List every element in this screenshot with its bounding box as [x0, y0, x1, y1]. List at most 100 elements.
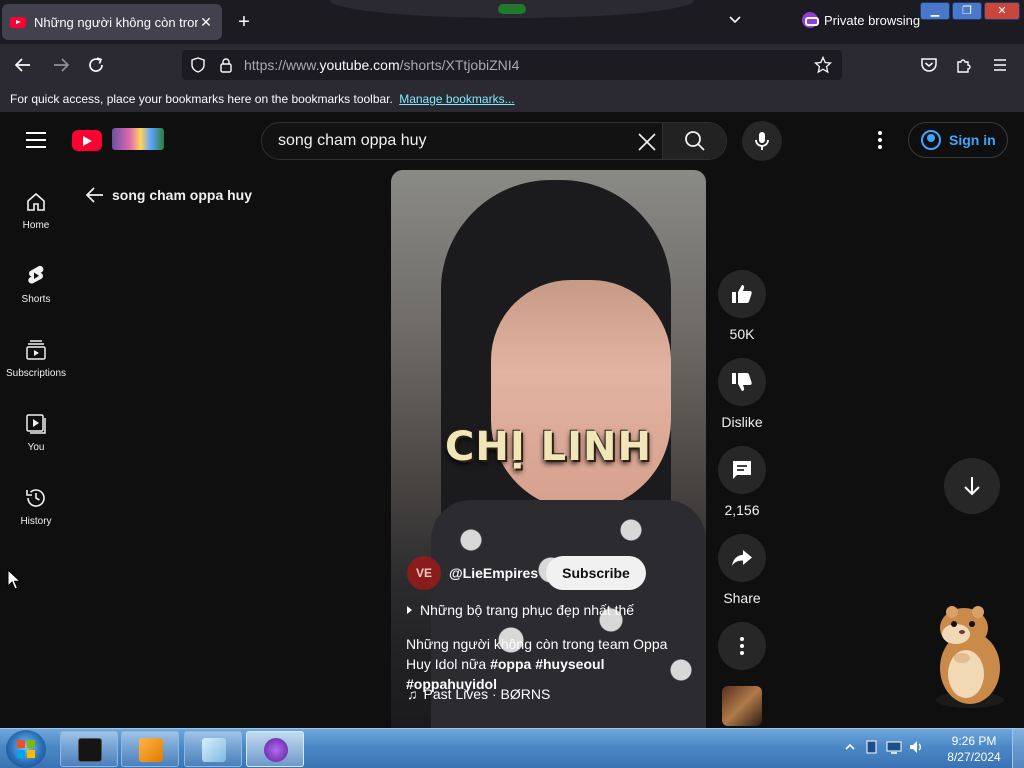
search-button[interactable]: [662, 123, 726, 159]
show-hidden-icons-icon[interactable]: [842, 739, 858, 755]
sign-in-button[interactable]: Sign in: [908, 122, 1008, 158]
start-button[interactable]: [6, 730, 46, 768]
window-notch-decoration: [330, 0, 694, 18]
screen: Những người không còn trong ✕ + Private …: [0, 0, 1024, 768]
manage-bookmarks-link[interactable]: Manage bookmarks...: [399, 92, 514, 106]
sidebar-item-label: Shorts: [21, 294, 51, 305]
private-browsing-label: Private browsing: [824, 12, 921, 28]
home-icon: [27, 192, 45, 211]
youtube-favicon-icon: [10, 16, 26, 28]
subscriptions-icon: [26, 340, 46, 360]
bookmarks-toolbar: For quick access, place your bookmarks h…: [0, 86, 1024, 112]
history-icon: [26, 489, 45, 507]
search-input[interactable]: song cham oppa huy: [278, 132, 427, 150]
like-thumb-icon[interactable]: [718, 270, 766, 318]
back-to-search-row[interactable]: song cham oppa huy: [84, 184, 252, 206]
comment-count: 2,156: [724, 502, 760, 518]
padlock-icon[interactable]: [218, 57, 234, 73]
clear-search-icon[interactable]: [634, 129, 660, 155]
sound-thumbnail[interactable]: [722, 686, 762, 726]
music-attribution[interactable]: ♫ Past Lives · BØRNS: [407, 686, 550, 702]
sidebar-item-label: Subscriptions: [5, 368, 67, 379]
sidebar-item-shorts[interactable]: Shorts: [0, 256, 72, 320]
action-center-flag-icon[interactable]: [864, 739, 880, 755]
dislike-button[interactable]: Dislike: [716, 358, 768, 430]
youtube-masthead: song cham oppa huy Sign in: [0, 112, 1024, 170]
taskbar-app-firefox-private[interactable]: [246, 731, 304, 767]
sidebar-item-history[interactable]: History: [0, 478, 72, 542]
comments-button[interactable]: 2,156: [716, 446, 768, 518]
more-actions-button[interactable]: [716, 622, 768, 678]
hamster-mascot-image: [936, 606, 1004, 708]
private-browsing-indicator: Private browsing: [802, 12, 920, 28]
comment-icon[interactable]: [718, 446, 766, 494]
video-description[interactable]: Những người không còn trong team Oppa Hu…: [406, 634, 696, 694]
shorts-icon: [28, 265, 44, 284]
volume-speaker-icon[interactable]: [908, 739, 924, 755]
subscribe-button[interactable]: Subscribe: [546, 556, 646, 590]
system-tray: [842, 739, 924, 755]
media-player-app-icon: [139, 738, 163, 762]
app-menu-hamburger-icon[interactable]: [987, 52, 1013, 78]
sidebar-item-home[interactable]: Home: [0, 182, 72, 246]
like-button[interactable]: 50K: [716, 270, 768, 342]
windows-logo-icon: [17, 740, 35, 758]
share-arrow-icon[interactable]: [718, 534, 766, 582]
tab-title: Những người không còn trong: [34, 14, 198, 30]
shorts-video-player[interactable]: CHỊ LINH VE @LieEmpires Subscribe Những …: [391, 170, 706, 728]
close-window-button[interactable]: ✕: [984, 2, 1020, 20]
voice-search-mic-icon[interactable]: [742, 121, 782, 161]
window-controls: ▁ ❐ ✕: [920, 2, 1020, 20]
sidebar-item-label: Home: [22, 220, 50, 231]
address-bar[interactable]: https://www.youtube.com/shorts/XTtjobiZN…: [182, 50, 842, 80]
youtube-logo-icon[interactable]: [72, 130, 102, 151]
list-all-tabs-chevron-icon[interactable]: [724, 10, 746, 32]
restore-button[interactable]: ❐: [952, 2, 982, 20]
account-circle-icon: [921, 130, 941, 150]
forward-button[interactable]: [48, 52, 74, 78]
reload-button[interactable]: [83, 52, 109, 78]
dislike-thumb-icon[interactable]: [718, 358, 766, 406]
more-vert-icon[interactable]: [718, 622, 766, 670]
guide-menu-icon[interactable]: [26, 132, 46, 148]
settings-more-vert-icon[interactable]: [868, 128, 892, 152]
explorer-app-icon: [202, 738, 226, 762]
back-arrow-icon[interactable]: [84, 184, 106, 206]
tracking-protection-shield-icon[interactable]: [190, 57, 206, 73]
close-tab-icon[interactable]: ✕: [198, 14, 214, 31]
minimize-button[interactable]: ▁: [920, 2, 950, 20]
show-desktop-button[interactable]: [1012, 729, 1024, 768]
taskbar-app-terminal[interactable]: [60, 731, 118, 767]
bookmark-star-icon[interactable]: [813, 55, 833, 74]
sidebar-item-subscriptions[interactable]: Subscriptions: [0, 330, 72, 394]
music-note-icon: ♫: [407, 686, 418, 702]
system-clock[interactable]: 9:26 PM 8/27/2024: [944, 733, 1004, 765]
music-title: Past Lives · BØRNS: [423, 686, 551, 702]
channel-avatar[interactable]: VE: [407, 556, 441, 590]
url-path: /shorts/XTtjobiZNI4: [399, 57, 520, 73]
url-domain: youtube.com: [319, 57, 400, 73]
playlist-link[interactable]: Những bộ trang phục đẹp nhất thế: [407, 602, 634, 618]
new-tab-button[interactable]: +: [232, 10, 256, 34]
pocket-icon[interactable]: [916, 52, 942, 78]
arrow-down-icon: [964, 477, 980, 496]
share-button[interactable]: Share: [716, 534, 768, 606]
taskbar-app-explorer[interactable]: [184, 731, 242, 767]
sidebar-item-you[interactable]: You: [0, 404, 72, 468]
network-icon[interactable]: [886, 739, 902, 755]
youtube-doodle-image[interactable]: [112, 128, 164, 150]
bookmarks-hint-text: For quick access, place your bookmarks h…: [10, 92, 393, 106]
clock-time: 9:26 PM: [951, 734, 997, 748]
search-box[interactable]: song cham oppa huy: [261, 122, 727, 160]
channel-name-link[interactable]: @LieEmpires: [449, 565, 538, 581]
next-video-button[interactable]: [944, 458, 1000, 514]
windows-taskbar: 9:26 PM 8/27/2024: [0, 728, 1024, 768]
mini-guide-sidebar: Home Shorts Subscriptions You History: [0, 170, 72, 728]
sidebar-item-label: History: [20, 516, 52, 527]
extensions-puzzle-icon[interactable]: [951, 52, 977, 78]
browser-tab-active[interactable]: Những người không còn trong ✕: [2, 4, 222, 40]
clock-date: 8/27/2024: [947, 750, 1001, 764]
taskbar-app-media-player[interactable]: [121, 731, 179, 767]
back-button[interactable]: [10, 52, 36, 78]
private-mask-icon: [802, 12, 819, 28]
